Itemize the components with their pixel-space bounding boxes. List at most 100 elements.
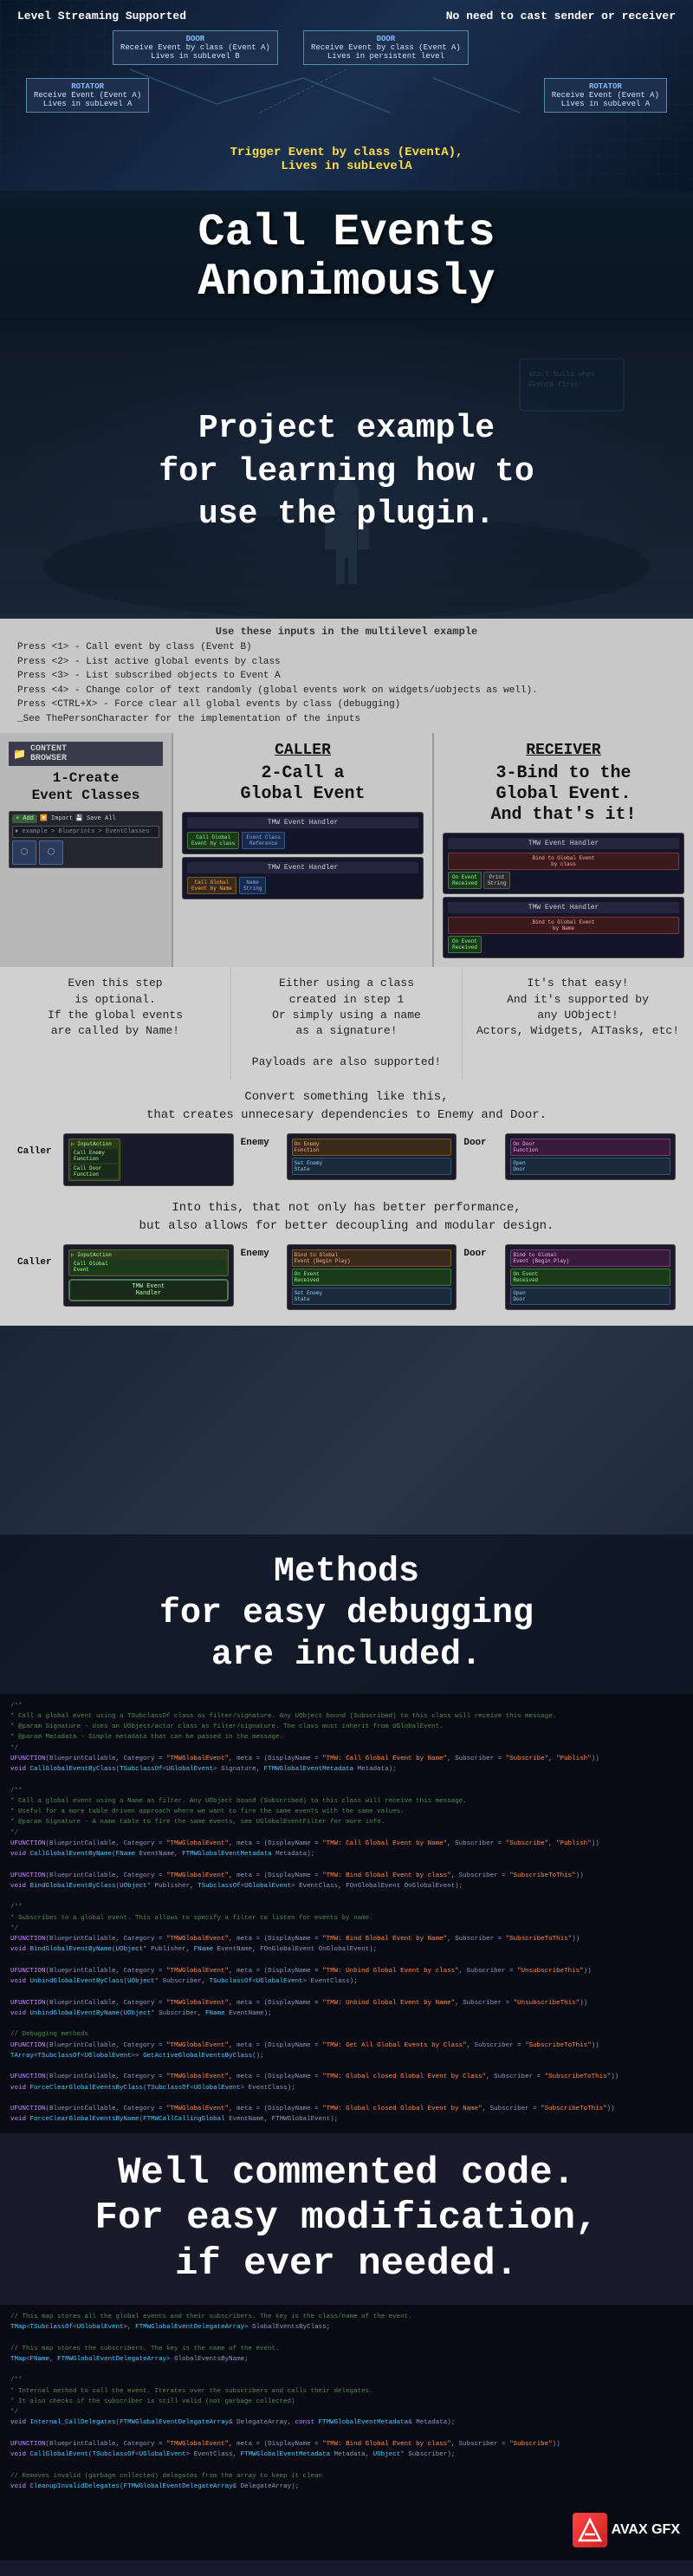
event-class-1[interactable]: ⬡ <box>12 840 36 865</box>
convert-section: Convert something like this,that creates… <box>0 1080 693 1326</box>
call-node-1: Call GlobalEvent by class <box>187 832 239 849</box>
code-line-3: * @param Signature - Uses an UObject/act… <box>10 1723 683 1732</box>
code-block-1: /** * Call a global event using a TSubcl… <box>0 1694 693 2133</box>
cb-title: CONTENTBROWSER <box>30 744 67 763</box>
save-btn[interactable]: 💾 Save All <box>75 814 116 823</box>
event-class-2[interactable]: ⬡ <box>39 840 63 865</box>
recv-node-4: Bind to Global Eventby Name <box>448 917 679 934</box>
methods-section: Global Event Handler by event class: Mai… <box>0 1326 693 1694</box>
door-box-1: DOOR Receive Event by class (Event A) Li… <box>113 30 278 65</box>
add-btn[interactable]: + Add <box>12 814 37 823</box>
code-line-13: */ <box>10 1829 683 1839</box>
cb-toolbar: + Add 🔽 Import 💾 Save All ♦ example > Bl… <box>9 811 163 868</box>
code-line-36: UFUNCTION(BlueprintCallable, Category = … <box>10 2073 683 2082</box>
recv-node-row-2: On EventReceived <box>448 936 679 953</box>
code-2-16: // Removes invalid (garbage collected) d… <box>10 2472 683 2482</box>
code-line-19 <box>10 1892 683 1902</box>
code-line-24: void BindGlobalEventByName(UObject* Publ… <box>10 1945 683 1955</box>
caller-nodes-2: Call GlobalEvent by Name NameString <box>187 877 418 894</box>
caller-nodes: Call GlobalEvent by class Event ClassRef… <box>187 832 418 849</box>
receiver-bp-1: TMW Event Handler Bind to Global Eventby… <box>443 833 684 894</box>
code-line-38 <box>10 2094 683 2104</box>
door-label: Door <box>463 1133 498 1186</box>
code-line-29: UFUNCTION(BlueprintCallable, Category = … <box>10 1999 683 2008</box>
call-node-3: Call GlobalEvent by Name <box>187 877 236 894</box>
instructions-section: Use these inputs in the multilevel examp… <box>0 619 693 733</box>
optional-section: Even this stepis optional.If the global … <box>0 967 693 1079</box>
caller-bp-1-header: TMW Event Handler <box>187 817 418 828</box>
instruction-4: Press <4> - Change color of text randoml… <box>17 684 676 698</box>
svg-text:start build when: start build when <box>528 371 595 379</box>
caller-bp-2-header: TMW Event Handler <box>187 862 418 873</box>
receiver-header: RECEIVER <box>443 742 684 759</box>
enemy-label: Enemy <box>241 1133 280 1186</box>
code-2-10: */ <box>10 2408 683 2417</box>
cb-path: ♦ example > Blueprints > EventClasses <box>12 826 159 838</box>
commented-section: /** * Call a global event using a TSubcl… <box>0 1694 693 2501</box>
code-line-30: void UnbindGlobalEventByName(UObject* Su… <box>10 2009 683 2019</box>
code-line-22: */ <box>10 1924 683 1934</box>
receiver-bp-1-header: TMW Event Handler <box>448 838 679 849</box>
code-line-16 <box>10 1860 683 1870</box>
code-line-18: void BindGlobalEventByClass(UObject* Pub… <box>10 1882 683 1891</box>
receiver-bp-2-header: TMW Event Handler <box>448 902 679 913</box>
cb-icons: ⬡ ⬡ <box>12 840 159 865</box>
code-2-6 <box>10 2365 683 2375</box>
rotator-box-2: ROTATOR Receive Event (Event A) Lives in… <box>544 78 667 113</box>
content-browser-col: 📁 CONTENTBROWSER 1-CreateEvent Classes +… <box>0 733 173 967</box>
code-line-31 <box>10 2020 683 2029</box>
caller-bp-1: TMW Event Handler Call GlobalEvent by cl… <box>182 812 424 854</box>
enemy-panel-after: Bind to GlobalEvent (Begin Play) On Even… <box>287 1244 457 1310</box>
methods-title-block: Methods for easy debugging are included. <box>0 1535 693 1694</box>
caller-label-after: Caller <box>17 1244 56 1310</box>
code-2-9: * It also checks if the subscriber is st… <box>10 2398 683 2407</box>
code-line-37: void ForceClearGlobalEventsByClass(TSubc… <box>10 2084 683 2093</box>
code-line-27: void UnbindGlobalEventByClass(UObject* S… <box>10 1977 683 1987</box>
step3-title: 3-Bind to theGlobal Event.And that's it! <box>443 763 684 826</box>
convert-text-2: Into this, that not only has better perf… <box>17 1199 676 1236</box>
code-line-2: * Call a global event using a TSubclassO… <box>10 1712 683 1722</box>
convert-before-diagram: Caller ▷ InputAction Call EnemyFunction … <box>17 1133 676 1186</box>
recv-node-row: On EventReceived PrintString <box>448 872 679 889</box>
code-2-14: void CallGlobalEvent(TSubclassOf<UGlobal… <box>10 2450 683 2460</box>
code-line-6: UFUNCTION(BlueprintCallable, Category = … <box>10 1755 683 1764</box>
code-line-12: * @param Signature - A name table to fir… <box>10 1818 683 1827</box>
avax-icon <box>573 2513 607 2547</box>
code-2-2: TMap<TSubclassOf<UGlobalEvent>, FTMWGlob… <box>10 2323 683 2333</box>
call-node-4: NameString <box>239 877 267 894</box>
code-2-5: TMap<FName, FTMWGlobalEventDelegateArray… <box>10 2355 683 2365</box>
code-line-26: UFUNCTION(BlueprintCallable, Category = … <box>10 1967 683 1976</box>
rotator-box-1: ROTATOR Receive Event (Event A) Lives in… <box>26 78 149 113</box>
caller-col: CALLER 2-Call aGlobal Event TMW Event Ha… <box>173 733 434 967</box>
level-streaming-section: Level Streaming Supported No need to cas… <box>0 0 693 191</box>
code-line-34: TArray<TSubclassOf<UGlobalEvent>> GetAct… <box>10 2052 683 2061</box>
avax-logo: AVAX GFX <box>573 2513 680 2547</box>
enemy-label-after: Enemy <box>241 1244 280 1310</box>
code-line-11: * Useful for a more table driven approac… <box>10 1807 683 1817</box>
code-line-20: /** <box>10 1903 683 1912</box>
import-btn[interactable]: 🔽 Import <box>40 814 73 823</box>
tmw-box-caller: TMW EventHandler <box>68 1279 229 1301</box>
project-example-title: Project examplefor learning how touse th… <box>159 407 534 535</box>
code-line-28 <box>10 1988 683 1997</box>
receiver-col: RECEIVER 3-Bind to theGlobal Event.And t… <box>434 733 693 967</box>
call-node-2: Event ClassReference <box>242 832 285 849</box>
well-commented-title: Well commented code. For easy modificati… <box>0 2133 693 2305</box>
receiver-nodes: Bind to Global Eventby class On EventRec… <box>448 853 679 889</box>
caller-panel-after: ▷ InputAction Call GlobalEvent TMW Event… <box>63 1244 234 1310</box>
instructions-header: Use these inputs in the multilevel examp… <box>17 626 676 638</box>
code-line-4: * @param Metadata - Simple metadata that… <box>10 1733 683 1742</box>
convert-text-1: Convert something like this,that creates… <box>17 1088 676 1125</box>
instruction-6: _See ThePersonCharacter for the implemen… <box>17 712 676 727</box>
recv-node-3: PrintString <box>483 872 511 889</box>
code-2-1: // This map stores all the global events… <box>10 2313 683 2322</box>
caller-label: Caller <box>17 1133 56 1186</box>
code-2-12 <box>10 2430 683 2439</box>
code-block-2: // This map stores all the global events… <box>0 2305 693 2500</box>
code-line-23: UFUNCTION(BlueprintCallable, Category = … <box>10 1935 683 1944</box>
code-line-1: /** <box>10 1702 683 1711</box>
code-2-17: void CleanupInvalidDelegates(FTMWGlobalE… <box>10 2482 683 2492</box>
instruction-5: Press <CTRL+X> - Force clear all global … <box>17 698 676 712</box>
code-line-5: */ <box>10 1744 683 1754</box>
code-line-35 <box>10 2062 683 2072</box>
